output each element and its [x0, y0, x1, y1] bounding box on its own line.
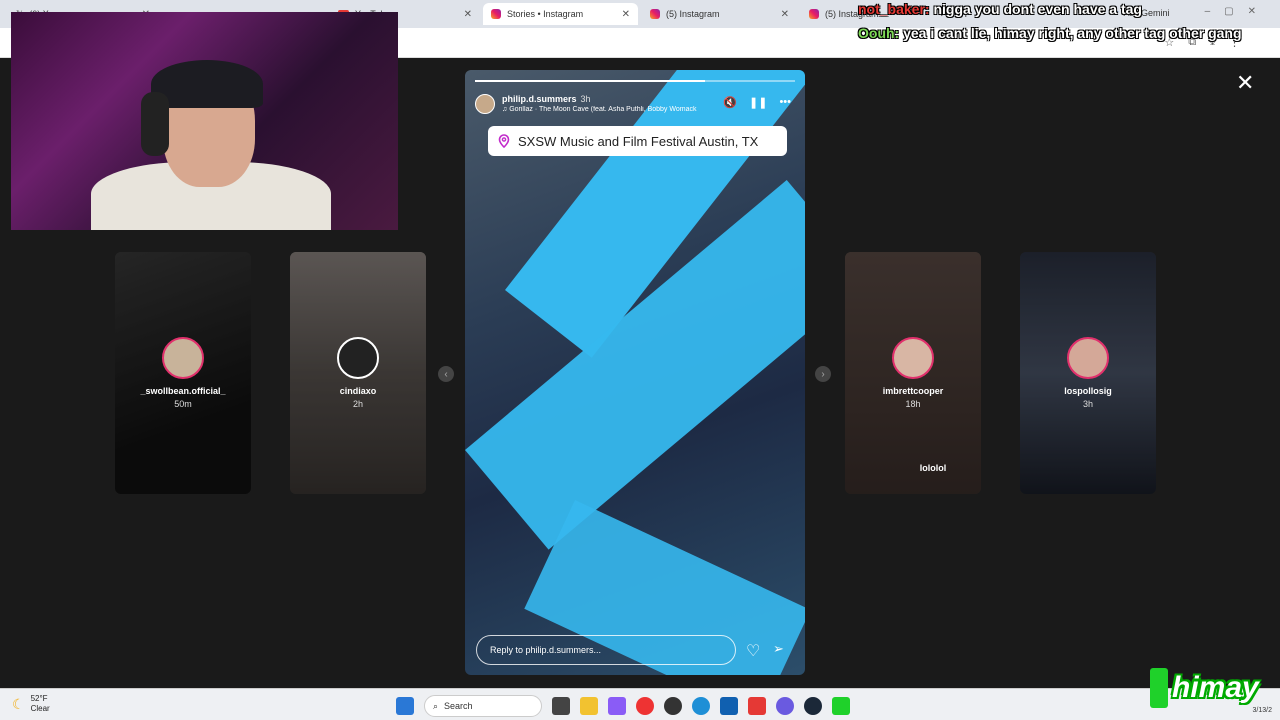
chat-text: yea i cant lie, himay right, any other t… [903, 25, 1242, 41]
avatar [337, 337, 379, 379]
avatar[interactable] [475, 94, 495, 114]
chat-username: not_baker: [858, 1, 930, 17]
instagram-icon [491, 9, 501, 19]
heart-icon[interactable]: ♡ [746, 641, 760, 661]
youtube-icon[interactable] [748, 697, 766, 715]
logo-text: himay [1172, 671, 1259, 704]
search-icon: ⌕ [433, 700, 439, 711]
story-username: lospollosig [1064, 386, 1112, 396]
story-header: philip.d.summers 3h ♫ Gorillaz · The Moon… [475, 92, 795, 116]
next-story-arrow[interactable]: › [815, 366, 831, 382]
app-icon[interactable] [664, 697, 682, 715]
copilot-icon[interactable] [608, 697, 626, 715]
chat-text: nigga you dont even have a tag [933, 1, 1142, 17]
chat-message: not_baker: nigga you dont even have a ta… [858, 0, 1280, 18]
story-author[interactable]: philip.d.summers 3h [502, 94, 591, 104]
chat-username: Oouh: [858, 25, 900, 41]
mute-icon[interactable]: 🔇 [723, 96, 737, 109]
tab-stories[interactable]: Stories • Instagram ✕ [483, 3, 638, 25]
story-music[interactable]: ♫ Gorillaz · The Moon Cave (feat. Asha P… [502, 106, 727, 113]
side-story-card[interactable]: lospollosig 3h [1020, 252, 1156, 494]
webcam-overlay [11, 12, 398, 230]
avatar [892, 337, 934, 379]
music-title: Gorillaz · The Moon Cave (feat. Asha Put… [509, 106, 697, 113]
story-time: 3h [580, 94, 591, 104]
story-username: imbrettcooper [882, 386, 944, 396]
story-time: 18h [905, 399, 921, 409]
weather-widget[interactable]: ☾ 52°F Clear [12, 694, 50, 714]
close-icon[interactable]: ✕ [1236, 72, 1254, 94]
store-icon[interactable] [720, 697, 738, 715]
tab-instagram-1[interactable]: (5) Instagram ✕ [642, 3, 797, 25]
weather-condition: Clear [30, 704, 50, 713]
streamer-logo: himay [1150, 666, 1259, 710]
webcam-headset [141, 92, 169, 156]
taskbar-apps: ⌕ Search [396, 695, 850, 717]
story-time: 3h [1082, 399, 1093, 409]
side-story-card[interactable]: imbrettcooper 18h lololol [845, 252, 981, 494]
story-time: 2h [352, 399, 363, 409]
search-label: Search [444, 701, 473, 711]
avatar [162, 337, 204, 379]
send-icon[interactable]: ➢ [773, 641, 784, 657]
chat-message: Oouh: yea i cant lie, himay right, any o… [858, 24, 1280, 42]
weather-text: 52°F Clear [31, 694, 50, 714]
story-controls: 🔇 ❚❚ ••• [723, 96, 791, 109]
task-view-icon[interactable] [552, 697, 570, 715]
tab-label: (5) Instagram [666, 9, 720, 19]
screen: { "browser": { "tabs": [ {"label": "(0) … [0, 0, 1280, 720]
story-username[interactable]: philip.d.summers [502, 94, 577, 104]
reply-placeholder: Reply to philip.d.summers... [490, 645, 602, 655]
side-story-card[interactable]: _swollbean.official_ 50m [115, 252, 251, 494]
taskbar-search[interactable]: ⌕ Search [424, 695, 542, 717]
moon-icon: ☾ [12, 695, 25, 712]
story-progress-bar [475, 80, 795, 82]
story-time: 50m [174, 399, 192, 409]
file-explorer-icon[interactable] [580, 697, 598, 715]
weather-temp: 52°F [30, 694, 48, 703]
pause-icon[interactable]: ❚❚ [749, 96, 767, 109]
discord-icon[interactable] [776, 697, 794, 715]
story-caption: lololol [919, 463, 947, 473]
close-icon[interactable]: ✕ [781, 9, 789, 20]
kick-icon[interactable] [832, 697, 850, 715]
taskbar: ☾ 52°F Clear ⌕ Search 3/13/2 [0, 688, 1280, 720]
story-progress-fill [475, 80, 706, 82]
main-story[interactable]: philip.d.summers 3h ♫ Gorillaz · The Moon… [465, 70, 805, 675]
side-story-card[interactable]: cindiaxo 2h [290, 252, 426, 494]
close-icon[interactable]: ✕ [622, 9, 630, 20]
edge-icon[interactable] [692, 697, 710, 715]
more-icon[interactable]: ••• [779, 96, 791, 109]
instagram-icon [809, 9, 819, 19]
story-username: cindiaxo [339, 386, 377, 396]
logo-bar [1150, 668, 1168, 708]
close-icon[interactable]: ✕ [464, 9, 472, 20]
location-sticker[interactable]: SXSW Music and Film Festival Austin, TX [488, 126, 787, 156]
story-username: _swollbean.official_ [140, 386, 226, 396]
location-pin-icon [498, 134, 510, 148]
avatar [1067, 337, 1109, 379]
chrome-icon[interactable] [636, 697, 654, 715]
prev-story-arrow[interactable]: ‹ [438, 366, 454, 382]
reply-input[interactable]: Reply to philip.d.summers... [476, 635, 736, 665]
chat-overlay: not_baker: nigga you dont even have a ta… [858, 0, 1280, 42]
location-label: SXSW Music and Film Festival Austin, TX [518, 133, 759, 149]
windows-start-icon[interactable] [396, 697, 414, 715]
instagram-icon [650, 9, 660, 19]
steam-icon[interactable] [804, 697, 822, 715]
tab-label: Stories • Instagram [507, 9, 584, 19]
